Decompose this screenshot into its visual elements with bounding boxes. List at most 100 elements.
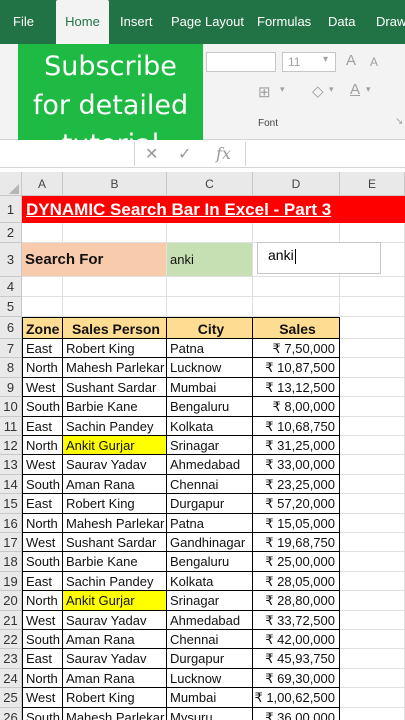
sales-cell[interactable]: ₹ 36,00,000 [253,707,340,720]
zone-cell[interactable]: East [22,416,63,436]
decrease-font-icon[interactable]: A [370,55,378,69]
sales-cell[interactable]: ₹ 42,00,000 [253,630,340,650]
sales-person-cell[interactable]: Ankit Gurjar [63,436,167,456]
check-icon[interactable]: ✓ [178,144,191,164]
sales-cell[interactable]: ₹ 10,68,750 [253,416,340,436]
header-zone[interactable]: Zone [22,317,63,339]
cell[interactable] [167,277,253,297]
sales-cell[interactable]: ₹ 19,68,750 [253,533,340,553]
increase-font-icon[interactable]: A [346,52,356,69]
col-header-d[interactable]: D [253,172,340,196]
search-for-label[interactable]: Search For [22,243,167,277]
cell[interactable] [167,297,253,317]
zone-cell[interactable]: North [22,436,63,456]
cell[interactable] [167,223,253,243]
row-header[interactable]: 19 [0,571,22,592]
city-cell[interactable]: Bengaluru [167,552,253,572]
cell[interactable] [253,277,340,297]
row-header[interactable]: 14 [0,474,22,495]
select-all-corner[interactable] [0,172,22,196]
tab-insert[interactable]: Insert [120,0,153,44]
cell[interactable] [63,223,167,243]
zone-cell[interactable]: South [22,707,63,720]
city-cell[interactable]: Gandhinagar [167,533,253,553]
sales-person-cell[interactable]: Sushant Sardar [63,533,167,553]
sales-person-cell[interactable]: Mahesh Parlekar [63,358,167,378]
tab-data[interactable]: Data [328,0,355,44]
sales-cell[interactable]: ₹ 13,12,500 [253,377,340,398]
city-cell[interactable]: Patna [167,339,253,359]
city-cell[interactable]: Mumbai [167,688,253,708]
sales-person-cell[interactable]: Barbie Kane [63,552,167,572]
sales-person-cell[interactable]: Ankit Gurjar [63,591,167,611]
row-header[interactable]: 25 [0,688,22,708]
sales-person-cell[interactable]: Saurav Yadav [63,649,167,669]
fill-dropdown-icon[interactable]: ▾ [329,84,334,95]
row-header[interactable]: 8 [0,358,22,378]
zone-cell[interactable]: North [22,668,63,689]
header-city[interactable]: City [167,317,253,339]
sales-person-cell[interactable]: Barbie Kane [63,397,167,417]
row-header[interactable]: 23 [0,649,22,669]
col-header-e[interactable]: E [340,172,405,196]
row-header[interactable]: 2 [0,223,22,243]
search-input[interactable]: anki [257,242,381,274]
zone-cell[interactable]: West [22,610,63,630]
sales-cell[interactable]: ₹ 23,25,000 [253,474,340,495]
cell[interactable] [340,416,405,436]
cell[interactable] [340,668,405,689]
font-color-dropdown-icon[interactable]: ▾ [366,84,371,95]
cell[interactable] [340,277,405,297]
zone-cell[interactable]: East [22,494,63,514]
sales-cell[interactable]: ₹ 69,30,000 [253,668,340,689]
cell[interactable] [253,223,340,243]
row-header[interactable]: 15 [0,494,22,514]
zone-cell[interactable]: North [22,513,63,533]
row-header[interactable]: 17 [0,533,22,553]
fx-icon[interactable]: fx [216,144,231,163]
row-header[interactable]: 21 [0,610,22,630]
zone-cell[interactable]: East [22,649,63,669]
formula-input[interactable] [245,142,405,166]
city-cell[interactable]: Ahmedabad [167,455,253,475]
cell[interactable] [340,377,405,398]
sales-person-cell[interactable]: Saurav Yadav [63,455,167,475]
tab-draw[interactable]: Draw [376,0,405,44]
x-icon[interactable]: ✕ [145,144,158,164]
cell[interactable] [340,317,405,339]
row-header[interactable]: 7 [0,339,22,359]
fill-color-icon[interactable]: ◇ [312,82,324,100]
sales-cell[interactable]: ₹ 25,00,000 [253,552,340,572]
zone-cell[interactable]: South [22,552,63,572]
zone-cell[interactable]: West [22,533,63,553]
city-cell[interactable]: Bengaluru [167,397,253,417]
sales-person-cell[interactable]: Mahesh Parlekar [63,707,167,720]
city-cell[interactable]: Mumbai [167,377,253,398]
cell[interactable] [340,513,405,533]
search-value-cell[interactable]: anki [167,243,253,277]
row-header[interactable]: 12 [0,436,22,456]
cell[interactable] [22,277,63,297]
cell[interactable] [340,358,405,378]
sales-cell[interactable]: ₹ 28,80,000 [253,591,340,611]
zone-cell[interactable]: South [22,630,63,650]
sales-cell[interactable]: ₹ 8,00,000 [253,397,340,417]
city-cell[interactable]: Lucknow [167,668,253,689]
worksheet-grid[interactable]: 1 DYNAMIC Search Bar In Excel - Part 3 2… [0,196,405,720]
city-cell[interactable]: Durgapur [167,649,253,669]
row-header[interactable]: 6 [0,317,22,339]
cell[interactable] [22,223,63,243]
cell[interactable] [340,649,405,669]
row-header[interactable]: 1 [0,196,22,223]
row-header[interactable]: 4 [0,277,22,297]
cell[interactable] [340,339,405,359]
sales-cell[interactable]: ₹ 33,00,000 [253,455,340,475]
cell[interactable] [340,552,405,572]
name-box[interactable] [0,142,135,166]
cell[interactable] [340,436,405,456]
cell[interactable] [340,630,405,650]
dialog-launcher-icon[interactable]: ↘ [395,116,403,127]
cell[interactable] [340,591,405,611]
cell[interactable] [63,297,167,317]
zone-cell[interactable]: West [22,455,63,475]
